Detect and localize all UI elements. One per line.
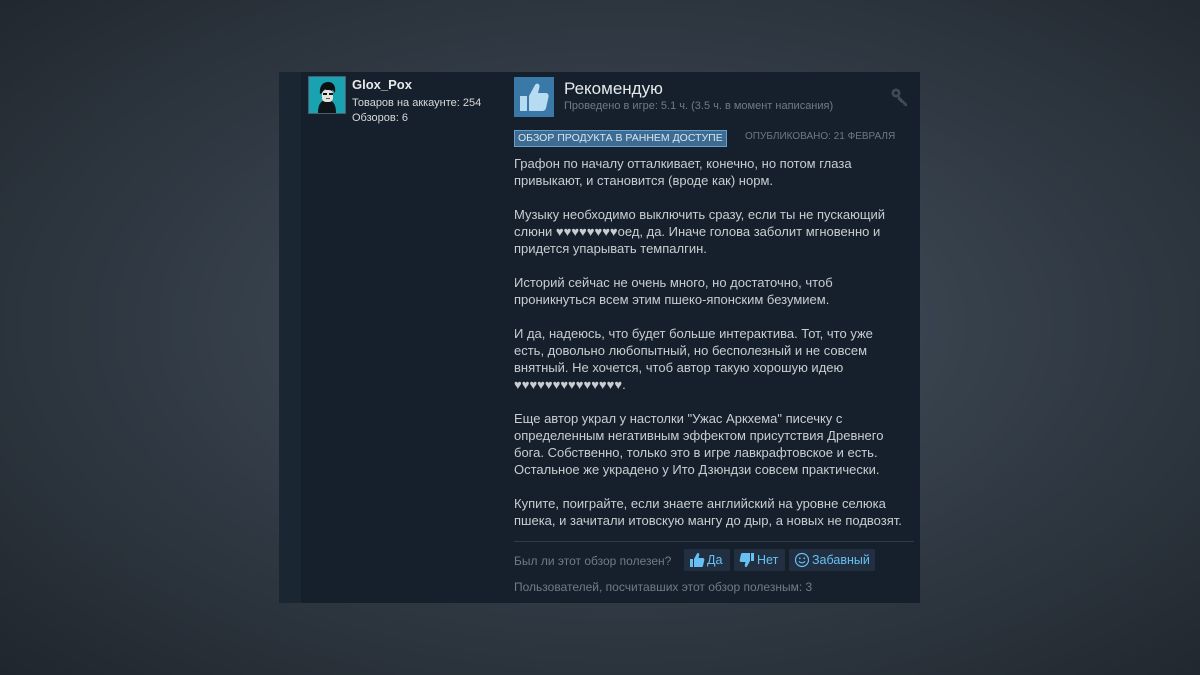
vote-no-button[interactable]: Нет — [734, 549, 785, 571]
vote-yes-button[interactable]: Да — [684, 549, 730, 571]
vote-funny-label: Забавный — [812, 553, 870, 567]
review-text: Графон по началу отталкивает, конечно, н… — [514, 155, 904, 546]
reviews-count[interactable]: Обзоров: 6 — [352, 112, 408, 124]
card-left-strip — [279, 72, 301, 603]
smiley-icon — [794, 552, 810, 568]
playtime: Проведено в игре: 5.1 ч. (3.5 ч. в момен… — [564, 100, 834, 112]
review-paragraph: Графон по началу отталкивает, конечно, н… — [514, 156, 852, 188]
early-access-badge: ОБЗОР ПРОДУКТА В РАННЕМ ДОСТУПЕ — [514, 130, 727, 147]
thumbs-up-icon — [520, 83, 549, 111]
vote-no-label: Нет — [757, 553, 779, 567]
review-paragraph: Историй сейчас не очень много, но достат… — [514, 275, 833, 307]
vote-funny-button[interactable]: Забавный — [789, 549, 875, 571]
recommend-thumb-box — [514, 77, 554, 117]
avatar[interactable] — [308, 76, 346, 114]
review-paragraph: Музыку необходимо выключить сразу, если … — [514, 207, 886, 256]
key-icon — [890, 87, 910, 107]
vote-yes-label: Да — [707, 553, 723, 567]
helpful-question: Был ли этот обзор полезен? — [514, 554, 672, 568]
helpful-count: Пользователей, посчитавших этот обзор по… — [514, 580, 813, 594]
posted-date: ОПУБЛИКОВАНО: 21 ФЕВРАЛЯ — [745, 131, 896, 142]
review-paragraph: Купите, поиграйте, если знаете английски… — [514, 496, 902, 528]
username[interactable]: Glox_Pox — [352, 77, 412, 92]
thumbs-down-icon — [739, 553, 754, 567]
review-paragraph: И да, надеюсь, что будет больше интеракт… — [514, 326, 873, 392]
products-count[interactable]: Товаров на аккаунте: 254 — [352, 97, 481, 109]
review-verdict[interactable]: Рекомендую — [564, 79, 663, 99]
review-paragraph: Еще автор украл у настолки "Ужас Аркхема… — [514, 411, 884, 477]
thumbs-up-icon — [690, 553, 705, 567]
footer-divider — [514, 541, 914, 542]
